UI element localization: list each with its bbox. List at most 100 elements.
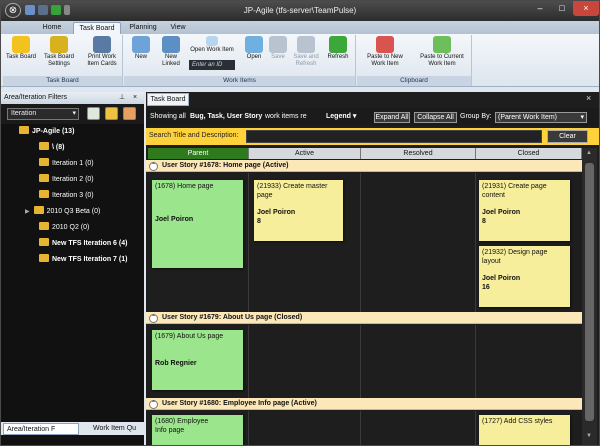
tab-area-iteration[interactable]: Area/Iteration F — [3, 423, 79, 435]
tree-node[interactable]: New TFS Iteration 6 (4) — [39, 238, 127, 250]
task-board-button[interactable]: Task Board — [6, 36, 36, 61]
folder-clear-icon[interactable] — [123, 107, 136, 120]
folder-filter-icon[interactable] — [105, 107, 118, 120]
scroll-up-icon[interactable]: ▲ — [586, 150, 592, 156]
new-linked-button[interactable]: New Linked — [156, 36, 186, 68]
clear-button[interactable]: Clear — [547, 130, 588, 143]
task-board-settings-button[interactable]: Task Board Settings — [39, 36, 79, 68]
column-active[interactable]: Active — [249, 148, 361, 159]
task-board-group-label: Task Board — [3, 76, 122, 86]
group-by-select[interactable]: (Parent Work Item) ▾ — [495, 112, 587, 123]
folder-icon — [39, 190, 49, 198]
filter-types[interactable]: Bug, Task, User Story — [190, 108, 262, 126]
maximize-icon[interactable]: □ — [551, 1, 573, 16]
work-item-card[interactable]: (1680) Employee Info page — [152, 415, 243, 445]
story-header[interactable]: ⌃ User Story #1678: Home page (Active) — [146, 160, 582, 172]
work-items-group-label: Work Items — [124, 76, 355, 86]
tab-home[interactable]: Home — [37, 22, 67, 34]
collapse-all-button[interactable]: Collapse All — [414, 112, 457, 123]
work-item-card[interactable]: (1678) Home page Joel Poiron — [152, 180, 243, 268]
collapse-icon[interactable]: ⌃ — [149, 400, 158, 409]
new-button[interactable]: New — [128, 36, 154, 61]
tab-planning[interactable]: Planning — [126, 22, 160, 34]
work-item-card[interactable]: (21931) Create page content Joel Poiron … — [479, 180, 570, 241]
enter-id-input[interactable]: Enter an ID — [189, 60, 235, 70]
folder-icon — [39, 238, 49, 246]
chevron-down-icon: ▾ — [580, 114, 584, 121]
printer-icon — [93, 36, 111, 53]
collapse-icon[interactable]: ⌃ — [149, 314, 158, 323]
refresh-button[interactable]: Refresh — [323, 36, 353, 61]
panel-close-icon[interactable]: × — [133, 92, 137, 104]
tree-node-label: New TFS Iteration 7 (1) — [52, 256, 128, 263]
story-header[interactable]: ⌃ User Story #1680: Employee Info page (A… — [146, 398, 582, 410]
tree-node-label: Iteration 2 (0) — [52, 176, 94, 183]
new-linked-icon — [162, 36, 180, 53]
open-work-item-button[interactable]: Open Work Item — [188, 36, 236, 54]
tree-node[interactable]: ▶ 2010 Q3 Beta (0) — [25, 206, 100, 218]
story-header[interactable]: ⌃ User Story #1679: About Us page (Closed… — [146, 312, 582, 324]
folder-icon — [39, 174, 49, 182]
tree-node[interactable]: 2010 Q2 (0) — [39, 222, 89, 234]
save-button[interactable]: Save — [267, 36, 289, 61]
tab-task-board-doc[interactable]: Task Board — [147, 93, 189, 106]
expand-all-button[interactable]: Expand All — [374, 112, 410, 123]
settings-note-icon — [50, 36, 68, 53]
panel-title: Area/Iteration Filters — [4, 94, 68, 101]
window-title: JP-Agile (tfs-server\TeamPulse) — [243, 6, 357, 15]
work-item-card[interactable]: (1679) About Us page Rob Regnier — [152, 330, 243, 390]
collapse-icon[interactable]: ⌃ — [149, 162, 158, 171]
folder-icon — [39, 254, 49, 262]
expand-arrow-icon[interactable]: ▶ — [25, 209, 30, 215]
tree-node-root[interactable]: JP-Agile (13) — [19, 126, 74, 138]
paste-new-icon — [376, 36, 394, 53]
card-title: (1680) Employee Info page — [155, 418, 209, 434]
card-owner: Joel Poiron — [482, 209, 521, 216]
paste-to-current-work-item-button[interactable]: Paste to Current Work Item — [414, 36, 470, 68]
work-item-card[interactable]: (21932) Design page layout Joel Poiron 1… — [479, 246, 570, 307]
iteration-select[interactable]: Iteration ▾ — [7, 108, 79, 120]
close-icon[interactable]: × — [573, 1, 599, 16]
tree-node[interactable]: Iteration 3 (0) — [39, 190, 94, 202]
tab-task-board[interactable]: Task Board — [73, 22, 121, 34]
column-closed[interactable]: Closed — [476, 148, 582, 159]
check-all-icon[interactable] — [87, 107, 100, 120]
close-icon[interactable]: × — [586, 93, 591, 103]
panel-toolbar: Iteration ▾ — [1, 104, 144, 124]
scroll-thumb[interactable] — [585, 163, 594, 421]
tree-node[interactable]: Iteration 2 (0) — [39, 174, 94, 186]
tab-work-item-queries[interactable]: Work Item Qu — [81, 423, 143, 435]
story-title: User Story #1680: Employee Info page (Ac… — [162, 400, 317, 407]
task-board-panel: Task Board × Showing all Bug, Task, User… — [146, 92, 599, 445]
legend-button[interactable]: Legend ▾ — [326, 108, 356, 126]
work-item-card[interactable]: (1727) Add CSS styles — [479, 415, 570, 445]
lane-resolved — [361, 173, 476, 312]
vertical-scrollbar[interactable]: ▲ ▼ — [582, 148, 597, 445]
tab-view[interactable]: View — [165, 22, 191, 34]
card-owner: Joel Poiron — [482, 275, 521, 282]
scroll-down-icon[interactable]: ▼ — [586, 433, 592, 439]
story-group: ⌃ User Story #1680: Employee Info page (A… — [146, 398, 582, 445]
save-and-refresh-button[interactable]: Save and Refresh — [290, 36, 322, 68]
task-board-label: Task Board — [6, 54, 37, 60]
paste-to-new-work-item-button[interactable]: Paste to New Work Item — [360, 36, 410, 68]
pin-icon[interactable]: ⊥ — [119, 92, 125, 104]
tree-node[interactable]: New TFS Iteration 7 (1) — [39, 254, 127, 266]
work-item-card[interactable]: (21933) Create master page Joel Poiron 8 — [254, 180, 343, 241]
tree-node-label: 2010 Q3 Beta (0) — [46, 208, 101, 215]
print-work-item-cards-button[interactable]: Print Work Item Cards — [83, 36, 121, 68]
tree-node[interactable]: \ (8) — [39, 142, 64, 154]
panel-header: Area/Iteration Filters ⊥ × — [1, 92, 144, 104]
tree-node[interactable]: Iteration 1 (0) — [39, 158, 94, 170]
paste-current-label: Paste to Current Work Item — [420, 54, 464, 67]
search-input[interactable] — [246, 130, 542, 143]
open-label: Open — [246, 54, 262, 60]
column-resolved[interactable]: Resolved — [361, 148, 476, 159]
tree-node-label: Iteration 3 (0) — [52, 192, 94, 199]
lane-active — [249, 411, 361, 445]
column-parent[interactable]: Parent — [148, 148, 249, 159]
save-refresh-icon — [297, 36, 315, 53]
open-button[interactable]: Open — [242, 36, 266, 61]
save-refresh-label: Save and Refresh — [293, 54, 319, 67]
minimize-icon[interactable]: – — [529, 1, 551, 16]
